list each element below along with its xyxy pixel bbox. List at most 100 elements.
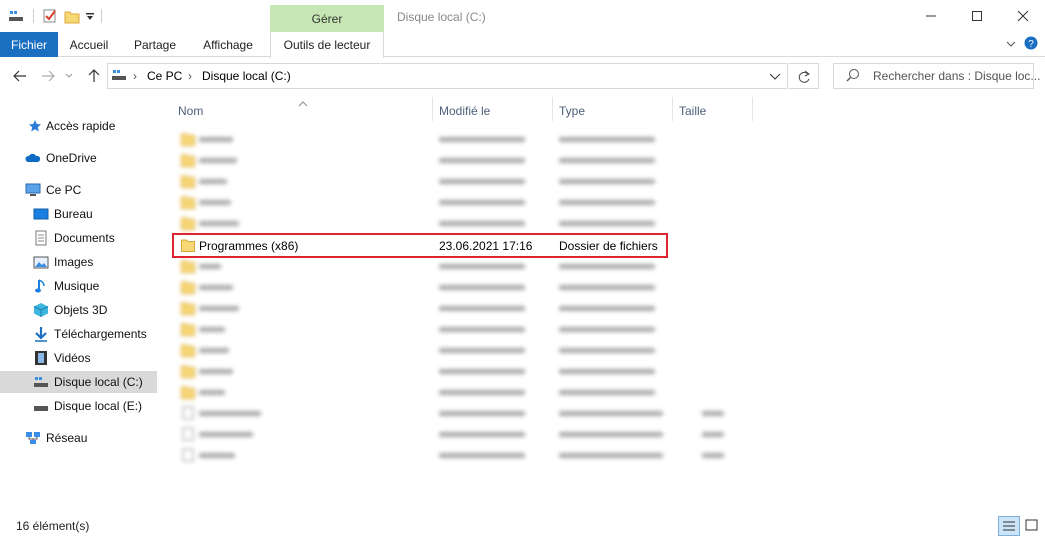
column-header-size[interactable]: Taille — [679, 100, 706, 122]
maximize-icon — [972, 11, 982, 21]
blurred-cell — [439, 327, 525, 332]
table-row[interactable] — [172, 424, 752, 445]
nav-item-music[interactable]: Musique — [0, 275, 157, 297]
tab-drive-tools[interactable]: Outils de lecteur — [270, 32, 384, 58]
table-row[interactable] — [172, 298, 752, 319]
desktop-icon — [33, 206, 49, 222]
table-row[interactable] — [172, 403, 752, 424]
table-row[interactable] — [172, 213, 752, 234]
blurred-cell — [439, 390, 525, 395]
status-item-count: 16 élément(s) — [16, 519, 90, 533]
minimize-button[interactable] — [908, 0, 954, 32]
breadcrumb-separator-icon: › — [188, 69, 192, 83]
minimize-icon — [926, 15, 936, 17]
blurred-cell — [439, 306, 525, 311]
column-header-type[interactable]: Type — [559, 100, 585, 122]
qat-divider — [33, 9, 34, 23]
nav-item-downloads[interactable]: Téléchargements — [0, 323, 157, 345]
breadcrumb-local-disk[interactable]: Disque local (C:) — [202, 69, 291, 83]
properties-icon[interactable] — [42, 8, 58, 24]
back-button[interactable] — [10, 66, 30, 86]
blurred-cell — [199, 158, 237, 163]
nav-item-onedrive[interactable]: OneDrive — [0, 147, 157, 169]
blurred-cell — [439, 369, 525, 374]
tab-file[interactable]: Fichier — [0, 32, 58, 57]
nav-item-videos[interactable]: Vidéos — [0, 347, 157, 369]
blurred-cell — [199, 306, 239, 311]
context-group-manage[interactable]: Gérer — [270, 5, 384, 32]
table-row[interactable] — [172, 171, 752, 192]
blurred-cell — [439, 285, 525, 290]
nav-item-network[interactable]: Réseau — [0, 427, 157, 449]
tab-share[interactable]: Partage — [126, 32, 184, 57]
blurred-cell — [199, 221, 239, 226]
up-button[interactable] — [84, 66, 104, 86]
blurred-cell — [559, 411, 663, 416]
recent-locations-button[interactable] — [62, 66, 76, 86]
nav-item-images[interactable]: Images — [0, 251, 157, 273]
blurred-cell — [199, 179, 227, 184]
blurred-cell — [439, 158, 525, 163]
blurred-cell — [559, 327, 655, 332]
blurred-cell — [439, 200, 525, 205]
refresh-button[interactable] — [789, 63, 819, 89]
blurred-cell — [439, 179, 525, 184]
folder-icon — [181, 343, 195, 357]
table-row[interactable] — [172, 129, 752, 150]
sort-ascending-icon — [298, 96, 308, 107]
table-row[interactable] — [172, 256, 752, 277]
drive-icon — [111, 68, 127, 82]
table-row[interactable] — [172, 361, 752, 382]
table-row[interactable] — [172, 192, 752, 213]
breadcrumb-separator-icon: › — [133, 69, 137, 83]
computer-icon — [25, 182, 41, 198]
qat-dropdown-icon[interactable] — [85, 11, 95, 21]
blurred-cell — [199, 432, 253, 437]
expand-ribbon-icon[interactable] — [1005, 38, 1017, 50]
blurred-cell — [559, 158, 655, 163]
nav-item-quick-access[interactable]: Accès rapide — [0, 115, 157, 137]
blurred-cell — [199, 200, 231, 205]
tab-view[interactable]: Affichage — [192, 32, 264, 57]
folder-icon — [181, 216, 195, 230]
folder-icon — [181, 259, 195, 273]
table-row[interactable] — [172, 150, 752, 171]
refresh-icon — [798, 70, 810, 83]
help-icon[interactable]: ? — [1024, 36, 1038, 50]
folder-icon — [181, 195, 195, 209]
column-divider[interactable] — [752, 97, 753, 121]
blurred-cell — [199, 327, 225, 332]
tab-home[interactable]: Accueil — [60, 32, 118, 57]
maximize-button[interactable] — [954, 0, 1000, 32]
address-dropdown-icon[interactable] — [769, 71, 781, 81]
nav-item-local-disk-e[interactable]: Disque local (E:) — [0, 395, 157, 417]
column-divider[interactable] — [552, 97, 553, 121]
column-header-modified[interactable]: Modifié le — [439, 100, 490, 122]
column-divider[interactable] — [672, 97, 673, 121]
table-row[interactable] — [172, 340, 752, 361]
breadcrumb-this-pc[interactable]: Ce PC — [147, 69, 182, 83]
column-divider[interactable] — [432, 97, 433, 121]
details-view-button[interactable] — [998, 516, 1020, 536]
blurred-cell — [439, 348, 525, 353]
nav-item-desktop[interactable]: Bureau — [0, 203, 157, 225]
table-row[interactable] — [172, 319, 752, 340]
table-row[interactable] — [172, 277, 752, 298]
blurred-cell — [559, 306, 655, 311]
nav-item-local-disk-c[interactable]: Disque local (C:) — [0, 371, 157, 393]
network-icon — [25, 430, 41, 446]
nav-item-this-pc[interactable]: Ce PC — [0, 179, 157, 201]
large-icons-view-button[interactable] — [1022, 516, 1042, 536]
table-row[interactable] — [172, 382, 752, 403]
download-icon — [33, 326, 49, 342]
close-button[interactable] — [1000, 0, 1045, 32]
column-header-name[interactable]: Nom — [178, 100, 203, 122]
nav-item-3d-objects[interactable]: Objets 3D — [0, 299, 157, 321]
table-row[interactable] — [172, 445, 752, 466]
forward-button[interactable] — [38, 66, 58, 86]
highlight-box — [172, 233, 668, 258]
file-icon — [181, 448, 195, 462]
drive-icon — [33, 374, 49, 390]
new-folder-icon[interactable] — [64, 8, 80, 24]
nav-item-documents[interactable]: Documents — [0, 227, 157, 249]
